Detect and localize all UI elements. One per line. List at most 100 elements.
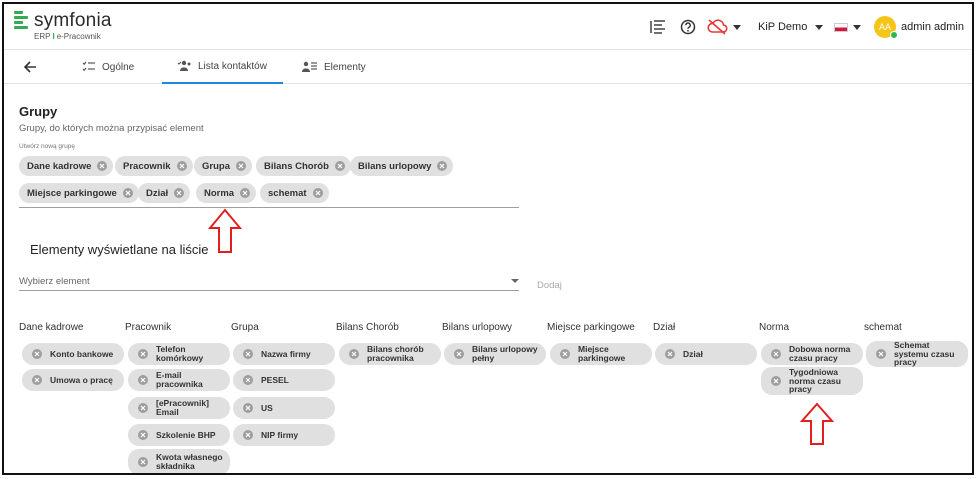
- column-header: schemat: [864, 322, 902, 333]
- element-chip[interactable]: Kwota własnego składnika: [128, 449, 230, 473]
- element-chip[interactable]: Umowa o pracę: [22, 369, 124, 391]
- element-select[interactable]: Wybierz element: [19, 276, 90, 287]
- remove-chip-icon[interactable]: [122, 188, 133, 198]
- element-chip[interactable]: Schemat systemu czasu pracy: [866, 340, 968, 367]
- annotation-arrow-icon: [208, 208, 242, 253]
- column-header: Norma: [759, 322, 790, 333]
- tab-lista-kontaktow[interactable]: Lista kontaktów: [162, 50, 283, 84]
- element-chip[interactable]: Dział: [655, 343, 757, 365]
- group-chip[interactable]: Dane kadrowe: [19, 156, 114, 176]
- element-chip[interactable]: Dobowa norma czasu pracy: [761, 343, 863, 365]
- remove-chip-icon[interactable]: [174, 188, 185, 198]
- remove-chip-icon[interactable]: [454, 349, 464, 359]
- remove-chip-icon[interactable]: [771, 376, 781, 386]
- element-chip[interactable]: [ePracownik] Email: [128, 397, 230, 419]
- annotation-arrow-icon: [800, 402, 834, 445]
- element-chip[interactable]: NIP firmy: [233, 424, 335, 446]
- user-menu[interactable]: AA admin admin: [874, 4, 972, 50]
- remove-chip-icon[interactable]: [560, 349, 570, 359]
- new-group-label: Utwórz nową grupę: [19, 143, 75, 150]
- column-header: Grupa: [231, 322, 259, 333]
- group-chip[interactable]: Norma: [196, 183, 257, 203]
- element-chip[interactable]: Telefon komórkowy: [128, 343, 230, 365]
- remove-chip-icon[interactable]: [771, 349, 781, 359]
- groups-subtitle: Grupy, do których można przypisać elemen…: [19, 123, 204, 134]
- top-bar: symfonia ERP Ie-Pracownik KiP Demo AA adm…: [4, 4, 972, 50]
- remove-chip-icon[interactable]: [235, 161, 246, 171]
- element-chip[interactable]: Nazwa firmy: [233, 343, 335, 365]
- company-selector[interactable]: KiP Demo: [758, 4, 824, 50]
- element-select-underline: [19, 290, 519, 291]
- app-window: symfonia ERP Ie-Pracownik KiP Demo AA adm…: [2, 2, 974, 475]
- element-chip[interactable]: Bilans urlopowy pełny: [444, 343, 546, 365]
- remove-chip-icon[interactable]: [138, 349, 148, 359]
- app-name: symfonia: [34, 10, 112, 31]
- group-chip[interactable]: Bilans Chorób: [256, 156, 351, 176]
- remove-chip-icon[interactable]: [243, 430, 253, 440]
- chevron-down-icon: [733, 24, 741, 30]
- column-header: Bilans Chorób: [336, 322, 399, 333]
- element-chip[interactable]: Miejsce parkingowe: [550, 343, 652, 365]
- group-chip[interactable]: Miejsce parkingowe: [19, 183, 139, 203]
- remove-chip-icon[interactable]: [138, 375, 148, 385]
- elements-title: Elementy wyświetlane na liście: [30, 242, 209, 257]
- chevron-down-icon: [815, 24, 824, 30]
- remove-chip-icon[interactable]: [138, 457, 148, 467]
- arrow-left-icon: [23, 61, 36, 73]
- list-icon[interactable]: [650, 4, 666, 50]
- remove-chip-icon[interactable]: [243, 403, 253, 413]
- remove-chip-icon[interactable]: [240, 188, 251, 198]
- element-chip[interactable]: US: [233, 397, 335, 419]
- remove-chip-icon[interactable]: [138, 403, 148, 413]
- help-icon[interactable]: [680, 4, 696, 50]
- group-chip[interactable]: Dział: [138, 183, 191, 203]
- remove-chip-icon[interactable]: [97, 161, 108, 171]
- online-status-icon: [890, 31, 898, 39]
- remove-chip-icon[interactable]: [243, 349, 253, 359]
- group-chip[interactable]: schemat: [260, 183, 329, 203]
- column-header: Bilans urlopowy: [442, 322, 513, 333]
- remove-chip-icon[interactable]: [312, 188, 323, 198]
- column-header: Pracownik: [125, 322, 172, 333]
- remove-chip-icon[interactable]: [437, 161, 448, 171]
- remove-chip-icon[interactable]: [876, 349, 886, 359]
- element-chip[interactable]: Tygodniowa norma czasu pracy: [761, 367, 863, 395]
- remove-chip-icon[interactable]: [176, 161, 187, 171]
- tab-bar: Ogólne Lista kontaktów Elementy: [4, 50, 972, 84]
- group-chip[interactable]: Grupa: [194, 156, 252, 176]
- remove-chip-icon[interactable]: [665, 349, 675, 359]
- tab-elementy[interactable]: Elementy: [302, 50, 366, 84]
- back-button[interactable]: [20, 57, 40, 77]
- remove-chip-icon[interactable]: [243, 375, 253, 385]
- group-chip[interactable]: Pracownik: [115, 156, 193, 176]
- element-chip[interactable]: Szkolenie BHP: [128, 424, 230, 446]
- remove-chip-icon[interactable]: [349, 349, 359, 359]
- add-button[interactable]: Dodaj: [537, 280, 562, 291]
- element-chip[interactable]: Konto bankowe: [22, 343, 124, 365]
- chevron-down-icon: [853, 24, 861, 30]
- groups-title: Grupy: [19, 104, 58, 119]
- tab-ogolne[interactable]: Ogólne: [82, 50, 134, 84]
- flag-pl-icon: [834, 22, 848, 32]
- remove-chip-icon[interactable]: [32, 349, 42, 359]
- person-list-icon: [302, 61, 317, 72]
- groups-input-underline: [19, 207, 519, 208]
- element-chip[interactable]: PESEL: [233, 369, 335, 391]
- element-chip[interactable]: Bilans chorób pracownika: [339, 343, 441, 365]
- remove-chip-icon[interactable]: [138, 430, 148, 440]
- chevron-down-icon: [971, 24, 972, 30]
- remove-chip-icon[interactable]: [334, 161, 345, 171]
- column-header: Dane kadrowe: [19, 322, 84, 333]
- user-name: admin admin: [901, 21, 964, 33]
- app-subtitle: ERP Ie-Pracownik: [34, 32, 101, 41]
- avatar: AA: [874, 16, 898, 39]
- remove-chip-icon[interactable]: [32, 375, 42, 385]
- element-chip[interactable]: E-mail pracownika: [128, 369, 230, 391]
- list-check-icon: [82, 61, 95, 72]
- logo-icon: [14, 11, 28, 31]
- language-selector[interactable]: [834, 4, 861, 50]
- column-header: Miejsce parkingowe: [547, 322, 635, 333]
- group-chip[interactable]: Bilans urlopowy: [350, 156, 454, 176]
- cloud-off-icon[interactable]: [706, 4, 741, 50]
- dropdown-arrow-icon[interactable]: [511, 279, 519, 283]
